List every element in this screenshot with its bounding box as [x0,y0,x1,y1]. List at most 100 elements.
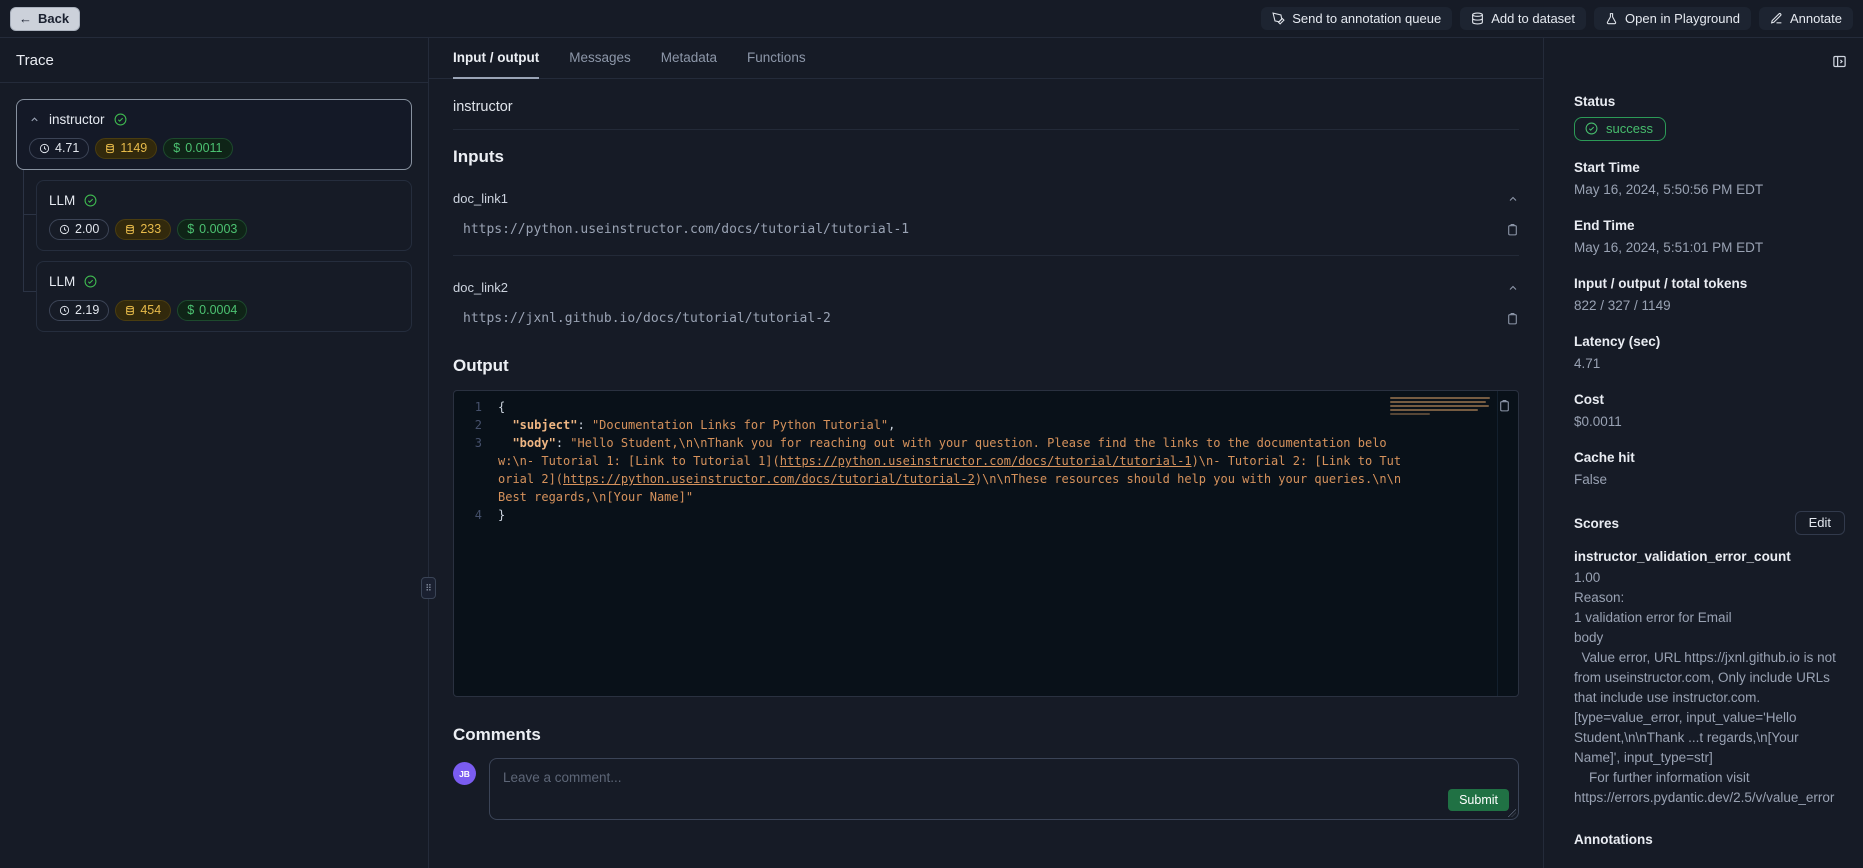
back-arrow-icon: ← [19,11,32,26]
clock-icon [59,224,70,235]
tab-input-output[interactable]: Input / output [453,38,539,79]
database-icon [105,143,115,154]
divider [453,129,1519,130]
flask-icon [1605,12,1618,25]
open-in-playground-button[interactable]: Open in Playground [1594,7,1751,30]
trace-node-instructor[interactable]: instructor 4.71 1149 $ [16,99,412,170]
collapse-chevron-icon[interactable] [1507,282,1519,294]
trace-tree: instructor 4.71 1149 $ [0,83,428,358]
submit-button[interactable]: Submit [1448,789,1509,811]
tab-metadata[interactable]: Metadata [661,38,717,79]
tokens-value: 822 / 327 / 1149 [1574,296,1845,315]
tab-functions[interactable]: Functions [747,38,806,79]
minimap-track [1497,391,1498,696]
output-heading: Output [453,356,1519,376]
trace-node-llm-1[interactable]: LLM 2.00 233 $ 0.0 [36,180,412,251]
tab-bar: Input / output Messages Metadata Functio… [429,38,1543,79]
copy-icon[interactable] [1498,399,1511,413]
code-line: 3 "body": "Hello Student,\n\nThank you f… [454,434,1518,506]
start-time-label: Start Time [1574,160,1845,175]
score-value: 1.00 [1574,568,1845,588]
main-panel: Input / output Messages Metadata Functio… [429,38,1543,868]
tree-connector-stub [23,291,36,292]
textarea-resize-grip[interactable] [1508,809,1516,817]
status-badge: success [1574,117,1666,141]
annotate-button[interactable]: Annotate [1759,7,1853,30]
code-line: 1 { [454,398,1518,416]
cache-hit-value: False [1574,470,1845,489]
send-to-annotation-queue-button[interactable]: Send to annotation queue [1261,7,1452,30]
start-time-value: May 16, 2024, 5:50:56 PM EDT [1574,180,1845,199]
copy-icon[interactable] [1506,223,1519,237]
code-line: 2 "subject": "Documentation Links for Py… [454,416,1518,434]
database-icon [125,224,135,235]
end-time-value: May 16, 2024, 5:51:01 PM EDT [1574,238,1845,257]
back-button[interactable]: ← Back [10,7,80,31]
collapse-chevron-icon[interactable] [29,114,40,125]
latency-badge: 2.19 [49,300,109,321]
run-title: instructor [453,99,1519,115]
output-code-block[interactable]: 1 { 2 "subject": "Documentation Links fo… [453,390,1519,697]
code-link: https://python.useinstructor.com/docs/tu… [780,454,1192,468]
tokens-badge: 454 [115,300,171,321]
input-value-doc-link1: https://python.useinstructor.com/docs/tu… [463,222,909,237]
clock-icon [39,143,50,154]
dollar-icon: $ [187,222,194,236]
tokens-badge: 1149 [95,138,157,159]
trace-node-name: LLM [49,274,75,289]
dollar-icon: $ [173,141,180,155]
clock-icon [59,305,70,316]
cost-badge: $ 0.0011 [163,138,232,159]
score-reason-line: 1 validation error for Email [1574,608,1845,628]
database-icon [125,305,135,316]
success-check-icon [1585,122,1598,135]
success-check-icon [84,194,97,207]
trace-panel-title: Trace [0,38,428,83]
status-label: Status [1574,94,1845,109]
score-reason-line: Reason: [1574,588,1845,608]
success-check-icon [114,113,127,126]
latency-badge: 2.00 [49,219,109,240]
input-key-doc-link1: doc_link1 [453,191,508,206]
latency-badge: 4.71 [29,138,89,159]
trace-node-name: LLM [49,193,75,208]
main-content: instructor Inputs doc_link1 https://pyth… [429,79,1543,820]
end-time-label: End Time [1574,218,1845,233]
score-reason-line: body [1574,628,1845,648]
cost-badge: $ 0.0004 [177,300,247,321]
details-panel: Status success Start Time May 16, 2024, … [1543,38,1863,868]
scores-label: Scores [1574,516,1619,531]
edit-scores-button[interactable]: Edit [1795,511,1845,535]
code-line: 4 } [454,506,1518,524]
comment-box: Submit [489,758,1519,820]
cost-value: $0.0011 [1574,412,1845,431]
code-link: https://python.useinstructor.com/docs/tu… [563,472,975,486]
tokens-label: Input / output / total tokens [1574,276,1845,291]
annotations-heading: Annotations [1574,832,1845,847]
add-to-dataset-button[interactable]: Add to dataset [1460,7,1586,30]
copy-icon[interactable] [1506,312,1519,326]
divider [453,255,1519,256]
collapse-panel-icon[interactable] [1832,54,1847,69]
database-icon [1471,12,1484,25]
code-minimap [1390,397,1490,415]
trace-node-name: instructor [49,112,105,127]
dollar-icon: $ [187,303,194,317]
trace-node-llm-2[interactable]: LLM 2.19 454 $ 0.0 [36,261,412,332]
score-reason-line: Value error, URL https://jxnl.github.io … [1574,648,1845,768]
cost-label: Cost [1574,392,1845,407]
tab-messages[interactable]: Messages [569,38,631,79]
comments-heading: Comments [453,725,1519,745]
panel-resize-handle[interactable]: ⠿ [421,577,436,599]
cost-badge: $ 0.0003 [177,219,247,240]
tree-connector-line [23,166,24,291]
send-to-annotation-queue-icon [1272,12,1285,25]
score-reason-line: For further information visit https://er… [1574,768,1845,808]
collapse-chevron-icon[interactable] [1507,193,1519,205]
latency-value: 4.71 [1574,354,1845,373]
comment-input[interactable] [490,759,1518,819]
trace-sidebar: Trace instructor 4.71 [0,38,429,868]
tokens-badge: 233 [115,219,171,240]
inputs-heading: Inputs [453,147,1519,167]
topbar-actions: Send to annotation queue Add to dataset … [1261,7,1853,30]
